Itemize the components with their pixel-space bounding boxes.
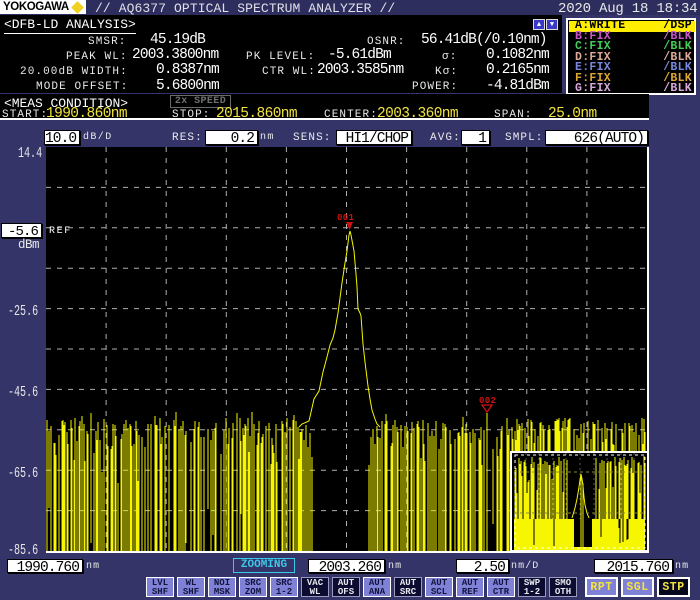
svg-text:001: 001 [337, 213, 355, 223]
